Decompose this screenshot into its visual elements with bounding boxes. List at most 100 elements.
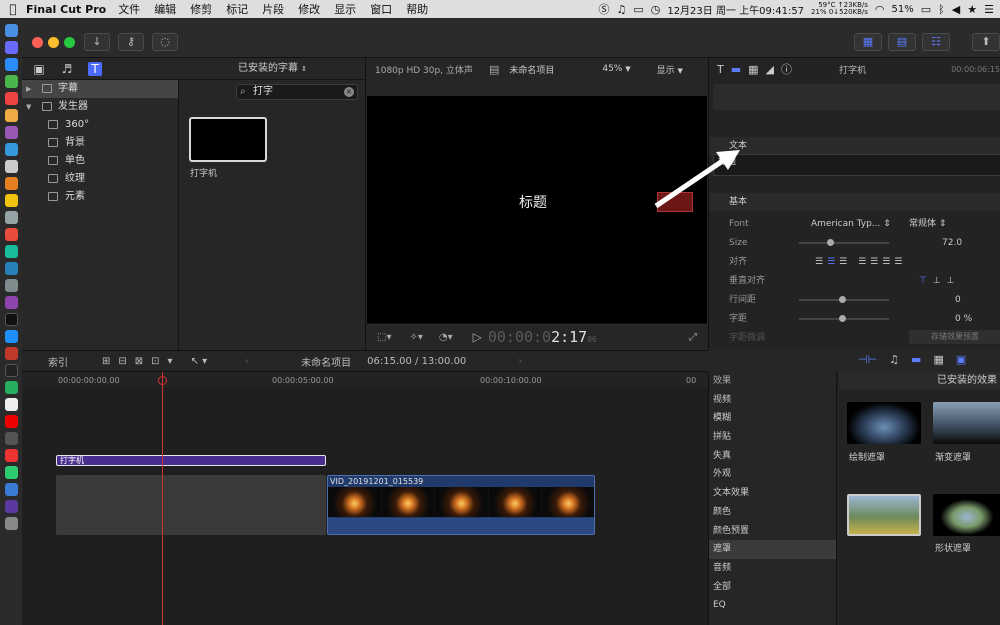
app-icon[interactable] xyxy=(4,415,18,428)
activity-monitor-icon[interactable] xyxy=(4,381,18,394)
line-spacing-knob[interactable] xyxy=(839,296,846,303)
app-icon[interactable] xyxy=(4,177,18,190)
sidebar-item-textures[interactable]: 纹理 xyxy=(22,170,178,188)
photos-audio-icon[interactable]: ♬ xyxy=(60,62,74,76)
effects-category-masks[interactable]: 遮罩 xyxy=(709,540,836,559)
battery-percent[interactable]: 51% xyxy=(892,4,914,15)
color-inspector-icon[interactable]: ◢ xyxy=(766,63,774,76)
sidebar-item-backgrounds[interactable]: 背景 xyxy=(22,134,178,152)
menu-modify[interactable]: 修改 xyxy=(298,1,320,17)
disclosure-triangle-icon[interactable]: ▼ xyxy=(26,98,31,116)
notes-icon[interactable] xyxy=(4,194,18,207)
effects-category-eq[interactable]: EQ xyxy=(709,596,836,615)
sidebar-item-elements[interactable]: 元素 xyxy=(22,188,178,206)
size-slider[interactable] xyxy=(799,239,889,246)
music-icon[interactable]: ♫ xyxy=(616,3,626,16)
forward-arrow-icon[interactable]: › xyxy=(518,356,522,367)
app-name-menu[interactable]: Final Cut Pro xyxy=(26,3,106,16)
font-family-dropdown[interactable]: American Typ... ⇕ xyxy=(811,215,891,233)
trash-icon[interactable] xyxy=(4,517,18,530)
effects-category-color[interactable]: 颜色 xyxy=(709,503,836,522)
chat-app-icon[interactable] xyxy=(4,75,18,88)
app-icon[interactable] xyxy=(4,398,18,411)
app-icon[interactable] xyxy=(4,143,18,156)
menu-view[interactable]: 显示 xyxy=(334,1,356,17)
app-icon[interactable] xyxy=(4,483,18,496)
share-button[interactable]: ⬆ xyxy=(972,33,1000,51)
star-icon[interactable]: ★ xyxy=(967,3,977,16)
chrome-icon[interactable] xyxy=(4,109,18,122)
draw-mask-thumbnail[interactable] xyxy=(847,402,921,444)
info-icon[interactable]: ⓘ xyxy=(781,61,792,77)
fullscreen-icon[interactable]: ⤢ xyxy=(689,332,697,343)
enhance-tool-icon[interactable]: ✧▾ xyxy=(409,332,422,343)
app-store-icon[interactable] xyxy=(4,330,18,343)
effects-category-distortion[interactable]: 失真 xyxy=(709,447,836,466)
app-icon[interactable] xyxy=(4,245,18,258)
minimize-window-button[interactable] xyxy=(48,37,59,48)
size-value[interactable]: 72.0 xyxy=(942,234,962,252)
font-style-dropdown[interactable]: 常规体 ⇕ xyxy=(909,215,946,233)
inspector-layout-button[interactable]: ☷ xyxy=(922,33,950,51)
title-text-field[interactable]: 标题 xyxy=(713,154,1000,176)
image-mask-thumbnail[interactable] xyxy=(847,494,921,536)
effects-category-blur[interactable]: 模糊 xyxy=(709,409,836,428)
effects-category-all[interactable]: 全部 xyxy=(709,578,836,597)
timeline-ruler[interactable]: 00:00:00:00.00 00:00:05:00.00 00:00:10:0… xyxy=(22,372,708,388)
tracking-value[interactable]: 0 % xyxy=(955,310,972,328)
app-icon[interactable] xyxy=(4,228,18,241)
save-effects-preset-button[interactable]: 存储效果预置 xyxy=(909,330,1000,344)
app-icon[interactable] xyxy=(4,160,18,173)
zoom-dropdown[interactable]: 45% ▼ xyxy=(602,64,630,74)
section-text-header[interactable]: 文本 xyxy=(709,137,1000,155)
title-clip[interactable]: 打字机 xyxy=(56,455,326,466)
play-button[interactable]: ▷ xyxy=(473,330,482,344)
section-basic-header[interactable]: 基本 xyxy=(709,193,1000,211)
viewer-canvas[interactable]: 标题 xyxy=(367,96,707,323)
shape-mask-thumbnail[interactable] xyxy=(933,494,1000,536)
titles-generators-icon[interactable]: T xyxy=(88,61,102,76)
transform-tool-icon[interactable]: ⬚▾ xyxy=(377,332,391,343)
vertical-alignment-buttons[interactable]: ⊤⊥⊥ xyxy=(919,272,961,290)
timeline-index-button[interactable]: 索引 xyxy=(48,354,68,369)
timeline-layout-button[interactable]: ▤ xyxy=(888,33,916,51)
menu-help[interactable]: 帮助 xyxy=(406,1,428,17)
background-tasks-button[interactable]: ◌ xyxy=(152,33,178,51)
menu-trim[interactable]: 修剪 xyxy=(190,1,212,17)
datetime[interactable]: 12月23日 周一 上午09:41:57 xyxy=(667,2,804,17)
safari-icon[interactable] xyxy=(4,58,18,71)
list-icon[interactable]: ☰ xyxy=(984,3,994,16)
app-icon[interactable] xyxy=(4,296,18,309)
library-title-dropdown[interactable]: 已安装的字幕 ⇕ xyxy=(180,58,365,80)
system-stats[interactable]: 59°C ↑23KB/s 21% 0↓520KB/s xyxy=(811,2,868,16)
app-icon[interactable] xyxy=(4,92,18,105)
video-clip[interactable]: VID_20191201_015539 xyxy=(327,475,595,535)
tracking-knob[interactable] xyxy=(839,315,846,322)
gap-clip[interactable] xyxy=(56,475,326,535)
apple-tv-icon[interactable] xyxy=(4,313,18,326)
solo-icon[interactable]: ▬ xyxy=(911,353,921,366)
select-tool-icon[interactable]: ↖ ▾ xyxy=(191,356,208,367)
sidebar-item-titles[interactable]: ▶ 字幕 xyxy=(22,80,178,98)
gradient-mask-thumbnail[interactable] xyxy=(933,402,1000,444)
zoom-window-button[interactable] xyxy=(64,37,75,48)
menu-window[interactable]: 窗口 xyxy=(370,1,392,17)
canvas-title-text[interactable]: 标题 xyxy=(519,192,547,212)
volume-icon[interactable]: ◀ xyxy=(952,3,960,16)
display-dropdown[interactable]: 显示 ▼ xyxy=(657,63,683,76)
s-app-icon[interactable]: Ⓢ xyxy=(598,1,609,17)
menu-file[interactable]: 文件 xyxy=(118,1,140,17)
audio-skimming-icon[interactable]: ⊣⊢ xyxy=(858,353,877,366)
edit-buttons[interactable]: ⊞⊟⊠⊡▾ xyxy=(102,356,181,367)
wechat-icon[interactable] xyxy=(4,466,18,479)
effects-category-video[interactable]: 视频 xyxy=(709,391,836,410)
effects-category-color-presets[interactable]: 颜色预置 xyxy=(709,522,836,541)
wifi-icon[interactable]: ◠ xyxy=(875,3,885,16)
timeline[interactable]: 00:00:00:00.00 00:00:05:00.00 00:00:10:0… xyxy=(22,372,708,625)
close-window-button[interactable] xyxy=(32,37,43,48)
app-icon[interactable] xyxy=(4,279,18,292)
alignment-buttons[interactable]: ☰☰☰ ☰☰☰☰ xyxy=(815,253,906,271)
bluetooth-icon[interactable]: ᛒ xyxy=(938,3,945,16)
app-icon[interactable] xyxy=(4,211,18,224)
sidebar-item-360[interactable]: 360° xyxy=(22,116,178,134)
